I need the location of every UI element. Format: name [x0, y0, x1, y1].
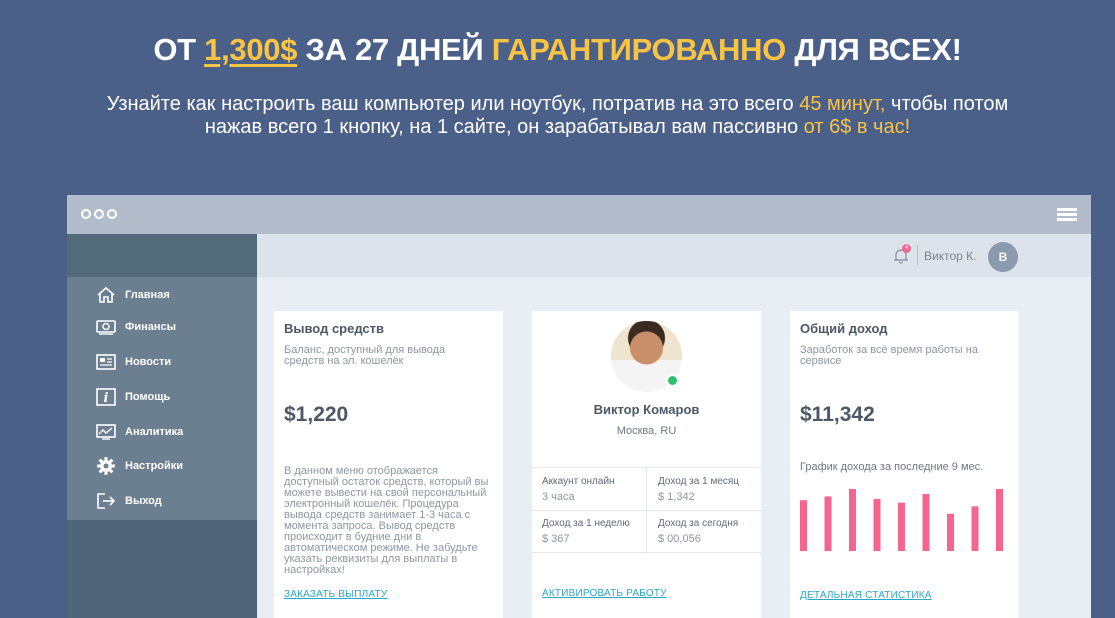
- analytics-icon: [95, 422, 117, 442]
- income-bar-7: [947, 513, 954, 551]
- withdraw-card-title: Вывод средств: [284, 321, 385, 336]
- withdraw-info-text: В данном меню отображается доступный ост…: [284, 465, 489, 576]
- avatar[interactable]: В: [988, 242, 1018, 272]
- stat-week-income: Доход за 1 неделю $ 367: [542, 518, 652, 545]
- hero-sub-accent-2: от 6$ в час!: [803, 116, 911, 138]
- detailed-stats-link[interactable]: ДЕТАЛЬНАЯ СТАТИСТИКА: [800, 590, 932, 601]
- hero-title: ОТ 1,300$ ЗА 27 ДНЕЙ ГАРАНТИРОВАННО ДЛЯ …: [0, 32, 1115, 68]
- profile-card: Виктор Комаров Москва, RU Аккаунт онлайн…: [532, 311, 761, 618]
- sidebar-item-label: Новости: [125, 356, 172, 368]
- income-card-title: Общий доход: [800, 321, 888, 336]
- hero-subtitle: Узнайте как настроить ваш компьютер или …: [0, 93, 1115, 139]
- window-dot-icon[interactable]: [94, 209, 104, 219]
- sidebar-item-logout[interactable]: Выход: [95, 490, 162, 512]
- stat-month-income: Доход за 1 месяц $ 1,342: [658, 476, 768, 503]
- sidebar-item-label: Аналитика: [125, 426, 184, 438]
- stat-today-income: Доход за сегодня $ 00,056: [658, 518, 768, 545]
- sidebar-header: [67, 234, 257, 277]
- profile-location: Москва, RU: [616, 425, 677, 437]
- money-icon: [95, 317, 117, 337]
- sidebar-item-label: Настройки: [125, 460, 184, 472]
- withdraw-card: Вывод средств Баланс, доступный для выво…: [274, 311, 503, 618]
- income-bar-chart: [800, 489, 1003, 551]
- hero-title-mid: ЗА 27 ДНЕЙ: [297, 32, 492, 67]
- stat-value: 3 часа: [542, 491, 575, 503]
- sidebar-item-analytics[interactable]: Аналитика: [95, 421, 183, 443]
- withdraw-card-description: Баланс, доступный для вывода средств на …: [284, 344, 446, 367]
- stat-value: $ 00,056: [658, 533, 701, 545]
- hero-title-pre: ОТ: [153, 32, 205, 67]
- income-bar-6: [922, 493, 930, 551]
- total-income: $11,342: [800, 403, 875, 426]
- income-bar-4: [873, 498, 881, 551]
- stat-value: $ 367: [542, 533, 570, 545]
- activate-work-link[interactable]: АКТИВИРОВАТЬ РАБОТУ: [542, 588, 667, 599]
- income-bar-3: [849, 489, 856, 551]
- svg-text:i: i: [104, 391, 109, 406]
- stat-label: Аккаунт онлайн: [542, 476, 615, 487]
- sidebar-item-label: Финансы: [125, 321, 177, 333]
- sidebar-footer: [67, 520, 257, 618]
- sidebar: Главная Финансы Новости i Помощь Аналити…: [67, 277, 257, 520]
- income-chart-title: График дохода за последние 9 мес.: [800, 461, 984, 473]
- notification-badge: 4: [902, 244, 911, 253]
- income-bar-8: [971, 506, 979, 551]
- stat-label: Доход за сегодня: [658, 518, 739, 529]
- dashboard-window: Главная Финансы Новости i Помощь Аналити…: [67, 195, 1091, 618]
- window-dot-icon[interactable]: [107, 209, 117, 219]
- online-status-icon: [666, 374, 679, 387]
- topbar: 4 Виктор К. В: [257, 234, 1091, 277]
- topbar-divider: [917, 245, 918, 265]
- hero-sub-accent-1: 45 минут,: [799, 93, 886, 115]
- window-titlebar: [67, 195, 1091, 234]
- window-dot-icon[interactable]: [81, 209, 91, 219]
- profile-name: Виктор Комаров: [593, 402, 700, 417]
- stat-label: Доход за 1 неделю: [542, 518, 630, 529]
- income-card-description: Заработок за всё время работы на сервисе: [800, 344, 978, 367]
- logout-icon: [95, 491, 117, 511]
- stat-online: Аккаунт онлайн 3 часа: [542, 476, 652, 503]
- sidebar-item-label: Главная: [125, 289, 170, 301]
- sidebar-item-finance[interactable]: Финансы: [95, 316, 176, 338]
- sidebar-item-home[interactable]: Главная: [95, 284, 170, 306]
- newspaper-icon: [95, 352, 117, 372]
- stat-value: $ 1,342: [658, 491, 695, 503]
- income-bar-2: [824, 496, 832, 551]
- info-icon: i: [95, 387, 117, 407]
- hero-sub-line2: нажав всего 1 кнопку, на 1 сайте, он зар…: [204, 116, 804, 138]
- gear-icon: [95, 456, 117, 476]
- request-payout-link[interactable]: ЗАКАЗАТЬ ВЫПЛАТУ: [284, 589, 387, 600]
- user-name[interactable]: Виктор К.: [924, 249, 976, 263]
- income-bar-1: [800, 500, 807, 551]
- hero-sub-line1: Узнайте как настроить ваш компьютер или …: [106, 93, 800, 115]
- window-controls: [81, 209, 117, 219]
- hero-title-post: ДЛЯ ВСЕХ!: [786, 32, 962, 67]
- income-bar-5: [898, 502, 905, 551]
- sidebar-item-news[interactable]: Новости: [95, 351, 171, 373]
- hamburger-menu-icon[interactable]: [1057, 208, 1077, 221]
- sidebar-item-help[interactable]: i Помощь: [95, 386, 170, 408]
- withdraw-balance: $1,220: [284, 403, 349, 426]
- sidebar-item-settings[interactable]: Настройки: [95, 455, 183, 477]
- stat-label: Доход за 1 месяц: [658, 476, 740, 487]
- sidebar-item-label: Выход: [125, 495, 162, 507]
- hero-title-amount: 1,300$: [204, 32, 298, 67]
- hero-title-accent: ГАРАНТИРОВАННО: [491, 32, 787, 67]
- profile-stats: Аккаунт онлайн 3 часа Доход за 1 месяц $…: [532, 467, 761, 554]
- hero-sub-line1-end: чтобы потом: [885, 93, 1009, 115]
- sidebar-item-label: Помощь: [125, 391, 171, 403]
- income-bar-9: [996, 489, 1003, 551]
- income-card: Общий доход Заработок за всё время работ…: [790, 311, 1019, 618]
- home-icon: [95, 285, 117, 305]
